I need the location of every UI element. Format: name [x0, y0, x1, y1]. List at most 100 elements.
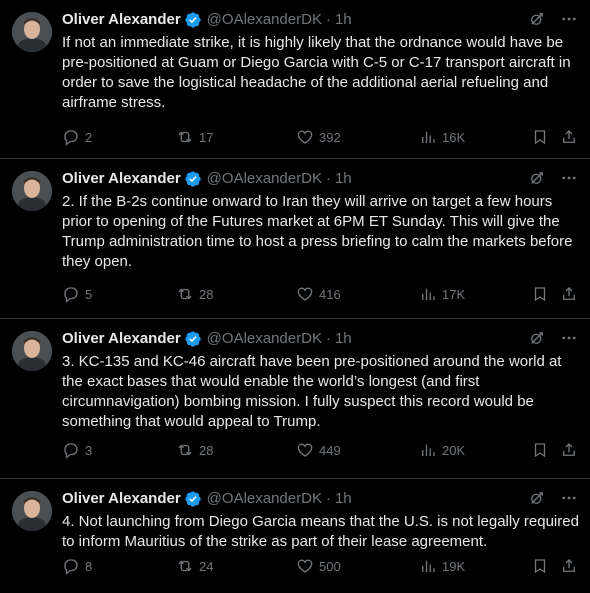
views-icon	[422, 444, 435, 456]
share-button[interactable]	[560, 285, 578, 303]
author-name[interactable]: Oliver Alexander	[62, 169, 181, 189]
repost-button[interactable]: 28	[176, 441, 213, 459]
repost-count: 28	[199, 442, 214, 458]
avatar[interactable]	[12, 331, 52, 371]
repost-icon	[178, 288, 192, 300]
tweet-text: If not an immediate strike, it is highly…	[62, 34, 571, 111]
views-icon	[422, 288, 435, 300]
tweet[interactable]: Oliver Alexander @OAlexanderDK · 1h 2. I…	[0, 159, 590, 319]
verified-badge-icon	[184, 11, 202, 29]
tweet[interactable]: Oliver Alexander @OAlexanderDK · 1h 3. K…	[0, 319, 590, 479]
like-count: 416	[319, 286, 341, 302]
author-handle[interactable]: @OAlexanderDK	[207, 169, 322, 189]
like-icon	[297, 130, 313, 144]
grok-icon[interactable]	[528, 329, 546, 347]
tweet-actions: 8 24 500 19K	[62, 556, 578, 576]
bookmark-button[interactable]	[531, 128, 549, 146]
timestamp[interactable]: 1h	[335, 329, 352, 349]
tweet[interactable]: Oliver Alexander @OAlexanderDK · 1h 4. N…	[0, 479, 590, 593]
like-button[interactable]: 500	[296, 557, 341, 575]
repost-count: 17	[199, 129, 214, 145]
verified-badge-icon	[184, 330, 202, 348]
tweet-actions: 3 28 449 20K	[62, 440, 578, 460]
bookmark-icon	[534, 443, 546, 458]
bookmark-button[interactable]	[531, 441, 549, 459]
like-icon	[297, 443, 313, 457]
separator: ·	[325, 330, 331, 347]
avatar[interactable]	[12, 491, 52, 531]
grok-icon[interactable]	[528, 169, 546, 187]
repost-count: 24	[199, 558, 214, 574]
reply-button[interactable]: 3	[62, 441, 92, 459]
grok-icon[interactable]	[528, 489, 546, 507]
like-count: 392	[319, 129, 341, 145]
more-icon[interactable]	[560, 10, 578, 28]
bookmark-icon	[534, 130, 546, 145]
more-icon[interactable]	[560, 169, 578, 187]
views-button[interactable]: 19K	[419, 557, 465, 575]
like-button[interactable]: 392	[296, 128, 341, 146]
bookmark-button[interactable]	[531, 557, 549, 575]
tweet-header: Oliver Alexander @OAlexanderDK · 1h	[62, 489, 578, 509]
more-icon[interactable]	[560, 329, 578, 347]
views-icon	[422, 131, 435, 143]
views-count: 16K	[442, 129, 466, 145]
author-name[interactable]: Oliver Alexander	[62, 329, 181, 349]
author-handle[interactable]: @OAlexanderDK	[207, 489, 322, 509]
tweet-header: Oliver Alexander @OAlexanderDK · 1h	[62, 10, 578, 30]
more-icon[interactable]	[560, 489, 578, 507]
reply-icon	[64, 443, 78, 459]
timestamp[interactable]: 1h	[335, 169, 352, 189]
reply-count: 5	[85, 286, 93, 302]
like-count: 500	[319, 558, 341, 574]
tweet-thread: Oliver Alexander @OAlexanderDK · 1h If n…	[0, 0, 590, 593]
timestamp[interactable]: 1h	[335, 10, 352, 30]
avatar[interactable]	[12, 171, 52, 211]
grok-icon[interactable]	[528, 10, 546, 28]
tweet-actions: 5 28 416 17K	[62, 284, 578, 304]
tweet-text: 3. KC-135 and KC-46 aircraft have been p…	[62, 353, 562, 430]
repost-count: 28	[199, 286, 214, 302]
reply-button[interactable]: 2	[62, 128, 92, 146]
share-icon	[563, 130, 575, 143]
author-handle[interactable]: @OAlexanderDK	[207, 10, 322, 30]
avatar[interactable]	[12, 12, 52, 52]
repost-button[interactable]: 24	[176, 557, 213, 575]
bookmark-button[interactable]	[531, 285, 549, 303]
verified-badge-icon	[184, 490, 202, 508]
views-icon	[422, 560, 435, 572]
author-handle[interactable]: @OAlexanderDK	[207, 329, 322, 349]
tweet-actions: 2 17 392 16K	[62, 127, 578, 147]
separator: ·	[325, 170, 331, 187]
like-button[interactable]: 416	[296, 285, 341, 303]
share-button[interactable]	[560, 128, 578, 146]
repost-icon	[178, 131, 192, 143]
share-button[interactable]	[560, 557, 578, 575]
repost-icon	[178, 560, 192, 572]
repost-button[interactable]: 17	[176, 128, 213, 146]
like-icon	[297, 559, 313, 573]
tweet-text: 4. Not launching from Diego Garcia means…	[62, 513, 579, 550]
verified-badge-icon	[184, 170, 202, 188]
reply-button[interactable]: 8	[62, 557, 92, 575]
views-button[interactable]: 20K	[419, 441, 465, 459]
reply-icon	[64, 287, 78, 303]
reply-count: 3	[85, 442, 93, 458]
like-count: 449	[319, 442, 341, 458]
tweet[interactable]: Oliver Alexander @OAlexanderDK · 1h If n…	[0, 0, 590, 159]
separator: ·	[325, 490, 331, 507]
views-count: 20K	[442, 442, 466, 458]
views-button[interactable]: 17K	[419, 285, 465, 303]
views-button[interactable]: 16K	[419, 128, 465, 146]
timestamp[interactable]: 1h	[335, 489, 352, 509]
share-button[interactable]	[560, 441, 578, 459]
like-button[interactable]: 449	[296, 441, 341, 459]
reply-count: 2	[85, 129, 93, 145]
repost-button[interactable]: 28	[176, 285, 213, 303]
reply-button[interactable]: 5	[62, 285, 92, 303]
reply-count: 8	[85, 558, 93, 574]
tweet-header: Oliver Alexander @OAlexanderDK · 1h	[62, 329, 578, 349]
share-icon	[563, 287, 575, 300]
author-name[interactable]: Oliver Alexander	[62, 10, 181, 30]
author-name[interactable]: Oliver Alexander	[62, 489, 181, 509]
